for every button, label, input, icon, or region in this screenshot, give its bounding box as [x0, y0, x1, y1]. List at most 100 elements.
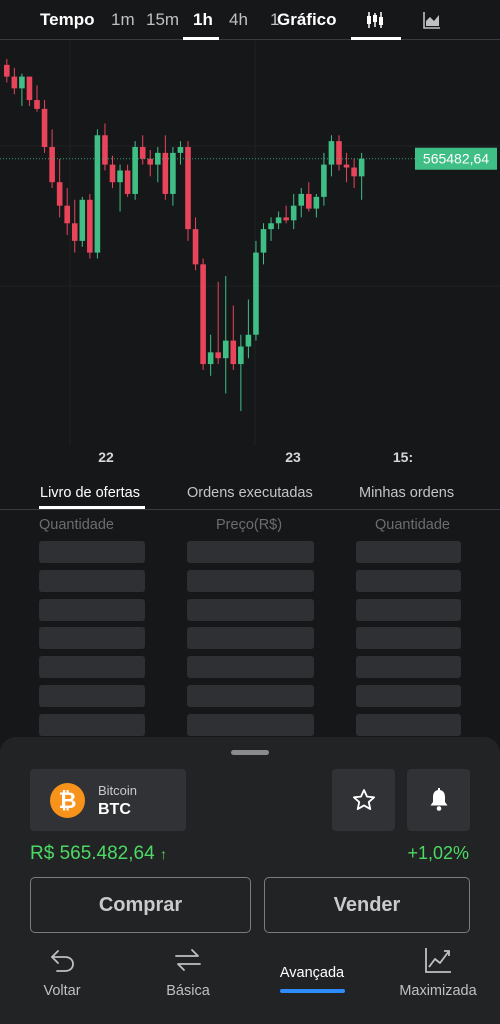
price-alert-button[interactable]: [407, 769, 470, 831]
orderbook-placeholder-cell: [39, 713, 145, 736]
buy-button[interactable]: Comprar: [30, 877, 251, 933]
bell-icon: [430, 788, 447, 811]
orderbook-placeholder-cell: [187, 713, 314, 736]
orderbook-placeholder-cell: [356, 656, 461, 679]
candle-up: [268, 223, 274, 230]
tab-order-book[interactable]: Livro de ofertas: [40, 485, 140, 501]
interval-15m[interactable]: 15m: [146, 10, 179, 30]
candle-up: [275, 217, 282, 224]
candle-up: [290, 205, 297, 221]
candle-up: [132, 147, 138, 194]
orderbook-placeholder-cell: [187, 627, 314, 650]
candle-down: [230, 340, 237, 365]
sheet-drag-handle[interactable]: [231, 750, 269, 755]
star-icon: [352, 789, 375, 811]
orderbook-placeholder-cell: [356, 541, 461, 563]
current-price-label: 565482,64: [423, 151, 489, 167]
orderbook-placeholder-cell: [187, 598, 314, 621]
candle-up: [19, 76, 25, 89]
nav-back-label: Voltar: [43, 983, 81, 999]
interval-1h[interactable]: 1h: [193, 10, 213, 30]
column-price: Preço(R$): [216, 517, 283, 533]
orderbook-placeholder-cell: [356, 713, 461, 736]
candle-down: [124, 170, 131, 194]
candlestick-icon[interactable]: [365, 10, 385, 35]
orderbook-placeholder-cell: [39, 598, 145, 621]
candle-down: [306, 193, 312, 209]
sell-button[interactable]: Vender: [264, 877, 470, 933]
candle-up: [117, 170, 123, 183]
trade-bottom-sheet: ₿ Bitcoin BTC R$ 565.482,64 ↑ +1,02% Com…: [0, 737, 500, 1024]
candlestick-chart: 565482,64 22 23 15:: [0, 41, 500, 465]
candle-down: [26, 76, 33, 101]
orderbook-tabs: Livro de ofertas Ordens executadas Minha…: [0, 478, 500, 510]
candle-up: [245, 334, 252, 347]
column-quantity-ask: Quantidade: [375, 517, 450, 533]
asset-selector[interactable]: ₿ Bitcoin BTC: [30, 769, 186, 831]
candle-up: [94, 135, 101, 253]
x-axis-label: 15:: [393, 449, 413, 465]
candle-up: [253, 252, 259, 335]
orderbook-placeholder-cell: [39, 541, 145, 563]
tab-executed-orders[interactable]: Ordens executadas: [187, 485, 313, 501]
candle-up: [298, 193, 305, 206]
asset-ticker: BTC: [98, 801, 131, 818]
candle-down: [56, 182, 63, 206]
orderbook-placeholder-cell: [187, 569, 314, 592]
column-quantity-bid: Quantidade: [39, 517, 114, 533]
candle-up: [313, 196, 320, 209]
price-chart[interactable]: 565482,64 22 23 15:: [0, 41, 500, 471]
nav-advanced[interactable]: Avançada: [262, 965, 362, 981]
candle-down: [139, 147, 146, 159]
nav-basic[interactable]: Básica: [138, 945, 238, 999]
candle-down: [41, 108, 48, 147]
nav-maximized-label: Maximizada: [399, 983, 477, 999]
orderbook-placeholder-cell: [356, 569, 461, 592]
price-up-arrow-icon: ↑: [159, 846, 167, 862]
nav-basic-label: Básica: [166, 983, 210, 999]
current-price: R$ 565.482,64 ↑: [30, 843, 167, 865]
orderbook-placeholder-cell: [356, 627, 461, 650]
chart-label: Gráfico: [277, 10, 337, 29]
candle-down: [343, 164, 350, 168]
candle-down: [49, 147, 55, 183]
asset-name: Bitcoin: [98, 783, 138, 798]
bitcoin-icon: ₿: [50, 783, 85, 818]
x-axis-label: 23: [285, 449, 301, 465]
nav-maximized[interactable]: Maximizada: [388, 945, 488, 999]
candle-down: [283, 217, 289, 221]
price-change: +1,02%: [407, 843, 469, 863]
nav-back[interactable]: Voltar: [12, 945, 112, 999]
orderbook-placeholder-cell: [39, 656, 145, 679]
time-label: Tempo: [40, 10, 95, 29]
interval-1m[interactable]: 1m: [111, 10, 135, 30]
candle-down: [192, 229, 199, 265]
orderbook-placeholder-cell: [356, 598, 461, 621]
trend-chart-icon: [425, 948, 451, 973]
candle-down: [215, 352, 221, 359]
candle-up: [177, 147, 184, 153]
orderbook-placeholder-cell: [356, 685, 461, 707]
candle-up: [358, 158, 365, 177]
interval-4h[interactable]: 4h: [229, 10, 248, 30]
interval-selected-underline: [183, 37, 219, 40]
candle-down: [102, 135, 108, 165]
candle-up: [207, 352, 214, 365]
candle-down: [34, 100, 40, 109]
candle-down: [336, 141, 342, 165]
price-value: R$ 565.482,64: [30, 843, 155, 864]
candle-down: [64, 205, 70, 224]
favorite-button[interactable]: [332, 769, 395, 831]
orderbook-placeholder-cell: [39, 569, 145, 592]
candle-down: [87, 199, 93, 253]
tab-my-orders[interactable]: Minhas ordens: [359, 485, 454, 501]
candle-up: [79, 199, 86, 241]
candle-up: [328, 141, 335, 165]
candle-down: [109, 164, 116, 183]
orderbook-placeholder-cell: [187, 685, 314, 707]
area-chart-icon[interactable]: [422, 10, 442, 35]
chart-type-selected-underline: [351, 37, 401, 40]
candle-down: [200, 264, 206, 365]
candle-down: [147, 158, 154, 165]
candle-down: [185, 147, 191, 230]
